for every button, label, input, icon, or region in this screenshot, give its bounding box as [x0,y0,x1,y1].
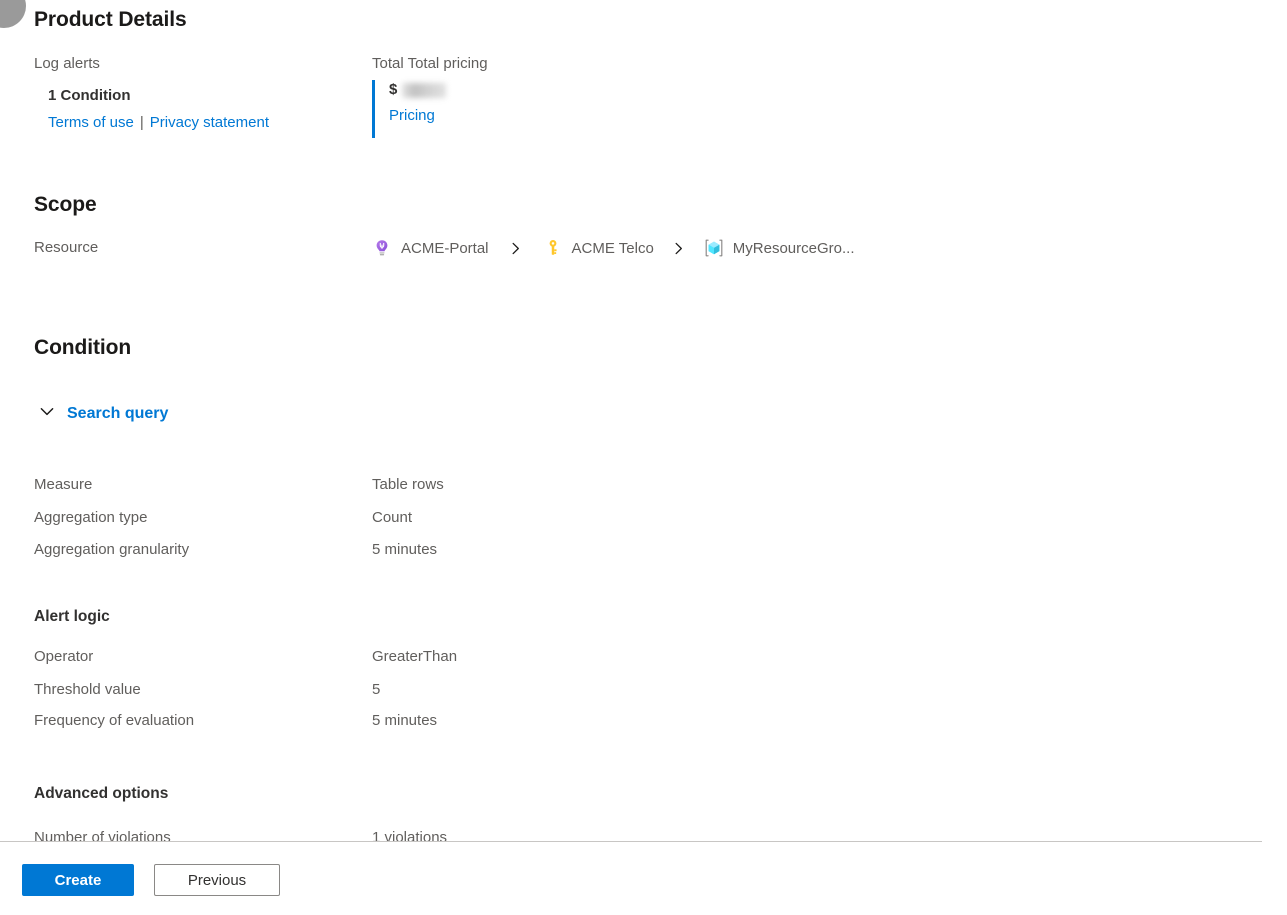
aggregation-granularity-label: Aggregation granularity [34,541,190,558]
legal-links-row: Terms of use | Privacy statement [48,114,269,132]
chevron-right-icon [489,241,543,256]
threshold-value-label: Threshold value [34,681,141,698]
breadcrumb-label-tenant: ACME-Portal [401,239,489,257]
measure-value: Table rows [372,476,444,493]
product-details-heading: Product Details [34,8,187,31]
privacy-statement-link[interactable]: Privacy statement [150,114,269,131]
resource-group-icon [704,238,724,258]
currency-symbol: $ [389,81,398,98]
decorative-corner-circle [0,0,26,28]
link-separator: | [139,114,144,131]
terms-of-use-link[interactable]: Terms of use [48,114,134,131]
measure-label: Measure [34,476,93,493]
log-alerts-label: Log alerts [34,55,100,72]
pricing-link[interactable]: Pricing [389,107,446,124]
number-of-violations-value: 1 violations [372,829,448,841]
aggregation-granularity-value: 5 minutes [372,541,438,558]
search-query-toggle[interactable]: Search query [38,402,168,425]
scope-heading: Scope [34,193,97,216]
resource-label: Resource [34,239,99,256]
frequency-of-evaluation-label: Frequency of evaluation [34,712,195,729]
price-value-redacted [402,82,447,98]
pricing-callout: $ Pricing [372,80,447,138]
aggregation-type-label: Aggregation type [34,509,148,526]
search-query-label: Search query [67,404,169,422]
alert-logic-heading: Alert logic [34,608,110,625]
scope-breadcrumb: ACME-Portal ACME Telco MyResourceGro... [372,236,855,260]
review-create-scroll-area[interactable]: Product Details Log alerts 1 Condition T… [0,0,1287,841]
previous-button[interactable]: Previous [154,864,280,896]
total-pricing-label: Total Total pricing [372,55,488,72]
breadcrumb-item-tenant[interactable]: ACME-Portal [372,238,489,258]
key-icon [543,238,563,258]
advanced-options-heading: Advanced options [34,785,169,802]
condition-count-value: 1 Condition [48,87,131,104]
threshold-value-value: 5 [372,681,381,698]
lightbulb-icon [372,238,392,258]
condition-heading: Condition [34,336,132,359]
aggregation-type-value: Count [372,509,413,526]
frequency-of-evaluation-value: 5 minutes [372,712,438,729]
operator-label: Operator [34,648,94,665]
price-amount-row: $ [389,80,447,100]
chevron-down-icon [38,402,56,425]
breadcrumb-label-resource-group: MyResourceGro... [732,239,855,257]
number-of-violations-label: Number of violations [34,829,171,841]
chevron-right-icon-2 [654,241,704,256]
footer-action-bar: Create Previous [0,842,1287,915]
breadcrumb-label-subscription: ACME Telco [571,239,654,257]
breadcrumb-item-resource-group[interactable]: MyResourceGro... [704,238,855,258]
create-button[interactable]: Create [22,864,134,896]
operator-value: GreaterThan [372,648,458,665]
breadcrumb-item-subscription[interactable]: ACME Telco [543,238,654,258]
